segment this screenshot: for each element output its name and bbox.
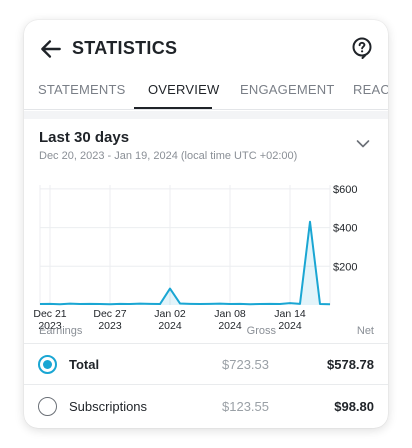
- earnings-chart: $600 $400 $200 Dec 21 2023 Dec 27 2023 Jan 02 20…: [24, 177, 388, 332]
- radio-subscriptions[interactable]: [38, 397, 57, 416]
- column-net: Net: [356, 325, 374, 337]
- statistics-card: STATISTICS STATEMENTS OVERVIEW ENGAGEMEN…: [24, 20, 388, 428]
- page-title: STATISTICS: [72, 38, 178, 58]
- table-header: Earnings Gross Net: [24, 322, 388, 344]
- earnings-chart-svg: $600$400$200Dec 212023Dec 272023Jan 0220…: [33, 184, 357, 332]
- x-tick-label: Dec 21: [33, 308, 66, 320]
- tab-overview[interactable]: OVERVIEW: [148, 82, 219, 97]
- y-tick-label: $200: [333, 261, 357, 273]
- period-selector[interactable]: Last 30 days Dec 20, 2023 - Jan 19, 2024…: [24, 119, 388, 177]
- radio-total[interactable]: [38, 355, 57, 374]
- row-gross: $723.53: [222, 357, 269, 372]
- tab-statements[interactable]: STATEMENTS: [38, 82, 125, 97]
- column-gross: Gross: [246, 325, 276, 337]
- y-tick-label: $400: [333, 223, 357, 235]
- earnings-row-subscriptions[interactable]: Subscriptions $123.55 $98.80: [24, 386, 388, 427]
- series-area: [40, 221, 330, 305]
- x-tick-label: Jan 08: [214, 308, 246, 320]
- x-tick-label: Jan 02: [154, 308, 186, 320]
- chevron-down-icon[interactable]: [356, 139, 370, 149]
- period-range: Dec 20, 2023 - Jan 19, 2024 (local time …: [39, 150, 298, 162]
- column-earnings: Earnings: [39, 325, 83, 337]
- series-line: [39, 220, 331, 306]
- app-header: STATISTICS: [24, 20, 388, 78]
- section-divider: [24, 111, 388, 119]
- row-gross: $123.55: [222, 399, 269, 414]
- x-tick-label: Jan 14: [274, 308, 306, 320]
- row-label: Subscriptions: [69, 399, 148, 414]
- help-circle-icon[interactable]: [350, 36, 374, 60]
- period-title: Last 30 days: [39, 129, 130, 146]
- earnings-row-total[interactable]: Total $723.53 $578.78: [24, 344, 388, 385]
- tab-bar: STATEMENTS OVERVIEW ENGAGEMENT REACH: [24, 72, 388, 110]
- row-label: Total: [69, 357, 100, 372]
- y-tick-label: $600: [333, 184, 357, 196]
- tab-reach[interactable]: REACH: [353, 82, 388, 97]
- tab-engagement[interactable]: ENGAGEMENT: [240, 82, 334, 97]
- arrow-left-icon[interactable]: [38, 36, 64, 62]
- row-net: $98.80: [334, 399, 374, 414]
- active-tab-indicator: [134, 107, 212, 109]
- row-net: $578.78: [327, 357, 374, 372]
- x-tick-label: Dec 27: [93, 308, 126, 320]
